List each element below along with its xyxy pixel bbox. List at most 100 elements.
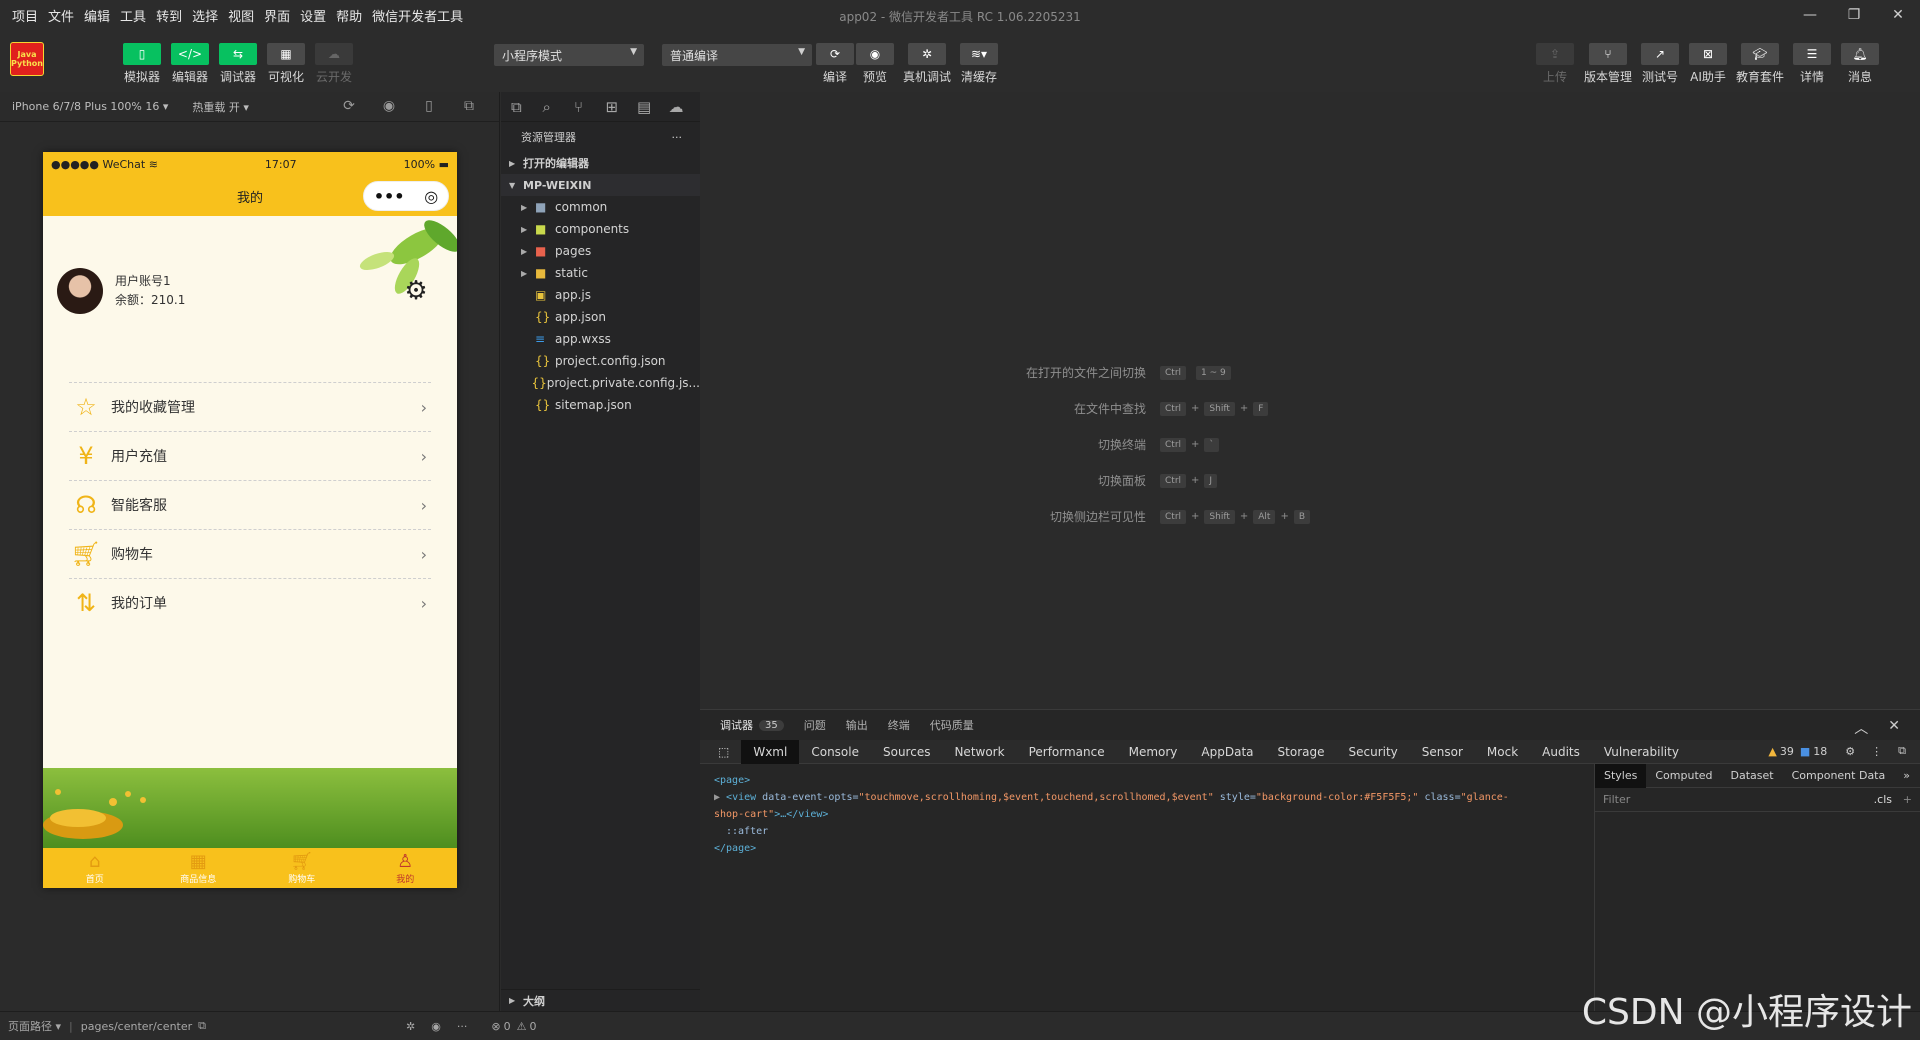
close-icon[interactable]: ✕: [1876, 0, 1920, 30]
project-section[interactable]: ▼ MP-WEIXIN: [501, 174, 700, 196]
filter-input[interactable]: Filter: [1603, 793, 1630, 806]
plus-icon[interactable]: +: [1903, 793, 1912, 806]
menu-project[interactable]: 项目: [12, 6, 38, 25]
ai-assistant-button[interactable]: ⊠ AI助手: [1683, 43, 1733, 85]
tab-appdata[interactable]: AppData: [1189, 740, 1265, 764]
file-sitemap[interactable]: {} sitemap.json: [501, 394, 700, 416]
message-button[interactable]: 🔔︎ 消息: [1835, 43, 1885, 85]
tab-products[interactable]: ▦ 商品信息: [147, 848, 251, 888]
double-chevron-icon[interactable]: »: [1894, 764, 1919, 788]
more-dots-icon[interactable]: •••: [374, 187, 405, 206]
tab-storage[interactable]: Storage: [1266, 740, 1337, 764]
styles-filter[interactable]: Filter .cls +: [1595, 788, 1920, 812]
menu-item-service[interactable]: ☊ 智能客服 ›: [69, 480, 431, 529]
menu-item-cart[interactable]: 🛒︎ 购物车 ›: [69, 529, 431, 578]
restore-icon[interactable]: ❐: [1832, 0, 1876, 30]
menu-item-favorites[interactable]: ☆ 我的收藏管理 ›: [69, 382, 431, 431]
cls-toggle[interactable]: .cls: [1874, 793, 1892, 806]
menu-tools[interactable]: 工具: [120, 6, 146, 25]
close-icon[interactable]: ✕: [1888, 718, 1900, 738]
file-project-config[interactable]: {} project.config.json: [501, 350, 700, 372]
storage-icon[interactable]: ▤: [637, 98, 669, 116]
menu-item-orders[interactable]: ⇅ 我的订单 ›: [69, 578, 431, 627]
menu-goto[interactable]: 转到: [156, 6, 182, 25]
clear-cache-button[interactable]: ≋▾ 清缓存: [954, 43, 1004, 85]
source-control-icon[interactable]: ⑂: [574, 98, 606, 116]
menu-item-recharge[interactable]: ¥ 用户充值 ›: [69, 431, 431, 480]
tab-audits[interactable]: Audits: [1530, 740, 1592, 764]
real-debug-button[interactable]: ✲ 真机调试: [902, 43, 952, 85]
tab-styles[interactable]: Styles: [1595, 763, 1647, 788]
outline-section[interactable]: ▶ 大纲: [501, 989, 700, 1011]
extensions-icon[interactable]: ⊞: [606, 98, 638, 116]
menu-settings[interactable]: 设置: [300, 6, 326, 25]
upload-button[interactable]: ⇪ 上传: [1530, 43, 1580, 85]
tab-mock[interactable]: Mock: [1475, 740, 1530, 764]
tab-home[interactable]: ⌂ 首页: [43, 848, 147, 888]
hot-reload-toggle[interactable]: 热重载 开 ▾: [192, 99, 249, 115]
folder-static[interactable]: ▶ ■ static: [501, 262, 700, 284]
visual-button[interactable]: ▦ 可视化: [261, 43, 311, 85]
menu-devtools[interactable]: 微信开发者工具: [372, 6, 463, 25]
tab-sources[interactable]: Sources: [871, 740, 942, 764]
file-app-js[interactable]: ▣ app.js: [501, 284, 700, 306]
dom-node-page[interactable]: <page>: [714, 772, 1580, 789]
capsule-button[interactable]: ••• ◎: [363, 181, 449, 211]
search-icon[interactable]: ⌕: [543, 98, 575, 116]
file-project-private-config[interactable]: {} project.private.config.js...: [501, 372, 700, 394]
simulator-button[interactable]: ▯ 模拟器: [117, 43, 167, 85]
tab-memory[interactable]: Memory: [1117, 740, 1190, 764]
gear-icon[interactable]: ⚙: [1845, 745, 1855, 758]
target-icon[interactable]: ◎: [424, 187, 438, 206]
tab-debugger[interactable]: 调试器 35: [720, 717, 784, 733]
tab-component-data[interactable]: Component Data: [1783, 764, 1895, 788]
docker-icon[interactable]: ☁: [669, 98, 701, 116]
rotate-icon[interactable]: ⟳: [329, 98, 369, 114]
eye-icon[interactable]: ◉: [431, 1020, 441, 1033]
version-button[interactable]: ⑂ 版本管理: [1583, 43, 1633, 85]
mode-select[interactable]: 小程序模式 ▼: [494, 44, 644, 66]
more-icon[interactable]: ···: [457, 1020, 468, 1033]
tab-console[interactable]: Console: [799, 740, 871, 764]
copy-icon[interactable]: ⧉: [198, 1019, 206, 1033]
tab-sensor[interactable]: Sensor: [1410, 740, 1475, 764]
phone-outline-icon[interactable]: ▯: [409, 98, 449, 114]
avatar[interactable]: [57, 268, 103, 314]
folder-pages[interactable]: ▶ ■ pages: [501, 240, 700, 262]
tab-computed[interactable]: Computed: [1646, 764, 1721, 788]
tab-security[interactable]: Security: [1336, 740, 1409, 764]
copy-files-icon[interactable]: ⧉: [511, 98, 543, 116]
menu-select[interactable]: 选择: [192, 6, 218, 25]
preview-button[interactable]: ◉ 预览: [850, 43, 900, 85]
minimize-icon[interactable]: —: [1788, 0, 1832, 30]
detail-button[interactable]: ☰ 详情: [1787, 43, 1837, 85]
tab-terminal[interactable]: 终端: [888, 717, 910, 733]
folder-common[interactable]: ▶ ■ common: [501, 196, 700, 218]
menu-help[interactable]: 帮助: [336, 6, 362, 25]
tab-performance[interactable]: Performance: [1017, 740, 1117, 764]
tab-code-quality[interactable]: 代码质量: [930, 717, 974, 733]
expand-triangle-icon[interactable]: ▶: [714, 792, 726, 803]
popout-icon[interactable]: ⧉: [449, 98, 489, 114]
gear-icon[interactable]: ⚙: [401, 276, 431, 306]
menu-edit[interactable]: 编辑: [84, 6, 110, 25]
dom-node-after[interactable]: ::after: [714, 823, 1580, 840]
file-app-wxss[interactable]: ≡ app.wxss: [501, 328, 700, 350]
dock-icon[interactable]: ⧉: [1898, 744, 1906, 758]
tab-vulnerability[interactable]: Vulnerability: [1592, 740, 1691, 764]
tab-problems[interactable]: 问题: [804, 717, 826, 733]
tab-wxml[interactable]: Wxml: [741, 739, 800, 764]
test-account-button[interactable]: ↗ 测试号: [1635, 43, 1685, 85]
warning-icon[interactable]: ⚠: [517, 1020, 527, 1033]
cloud-button[interactable]: ☁ 云开发: [309, 43, 359, 85]
tab-cart[interactable]: 🛒︎ 购物车: [250, 848, 354, 888]
file-app-json[interactable]: {} app.json: [501, 306, 700, 328]
folder-components[interactable]: ▶ ■ components: [501, 218, 700, 240]
tab-dataset[interactable]: Dataset: [1722, 764, 1783, 788]
device-select[interactable]: iPhone 6/7/8 Plus 100% 16 ▾: [12, 100, 168, 113]
editor-button[interactable]: </> 编辑器: [165, 43, 215, 85]
menu-view[interactable]: 视图: [228, 6, 254, 25]
page-path-select[interactable]: 页面路径 ▾: [8, 1018, 61, 1034]
stop-icon[interactable]: ◉: [369, 98, 409, 114]
tab-network[interactable]: Network: [942, 740, 1016, 764]
